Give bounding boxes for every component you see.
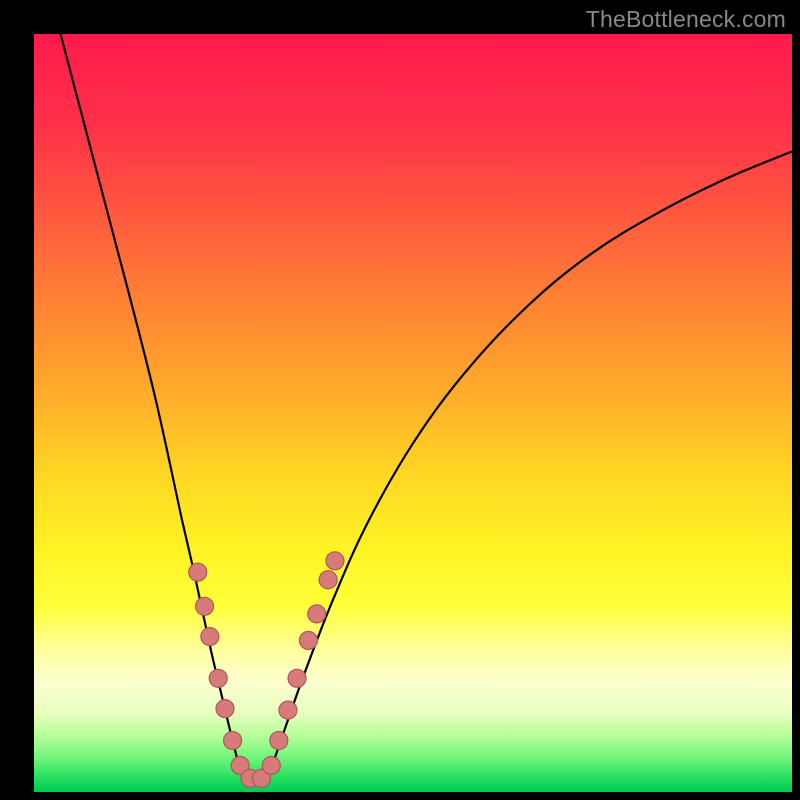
highlight-dot	[299, 631, 317, 649]
highlight-dot	[288, 669, 306, 687]
highlight-dot	[279, 701, 297, 719]
highlight-dot	[224, 731, 242, 749]
highlight-dot	[196, 597, 214, 615]
highlight-dot	[326, 552, 344, 570]
highlight-dot	[189, 563, 207, 581]
plot-area	[34, 34, 792, 792]
highlight-dot	[209, 669, 227, 687]
highlight-dot	[319, 571, 337, 589]
highlight-dot	[270, 731, 288, 749]
highlight-dot	[308, 605, 326, 623]
highlight-dot	[201, 628, 219, 646]
watermark-text: TheBottleneck.com	[586, 6, 786, 33]
highlight-dot	[216, 700, 234, 718]
outer-frame: TheBottleneck.com	[0, 0, 800, 800]
highlight-dot	[262, 756, 280, 774]
gradient-background	[34, 34, 792, 792]
